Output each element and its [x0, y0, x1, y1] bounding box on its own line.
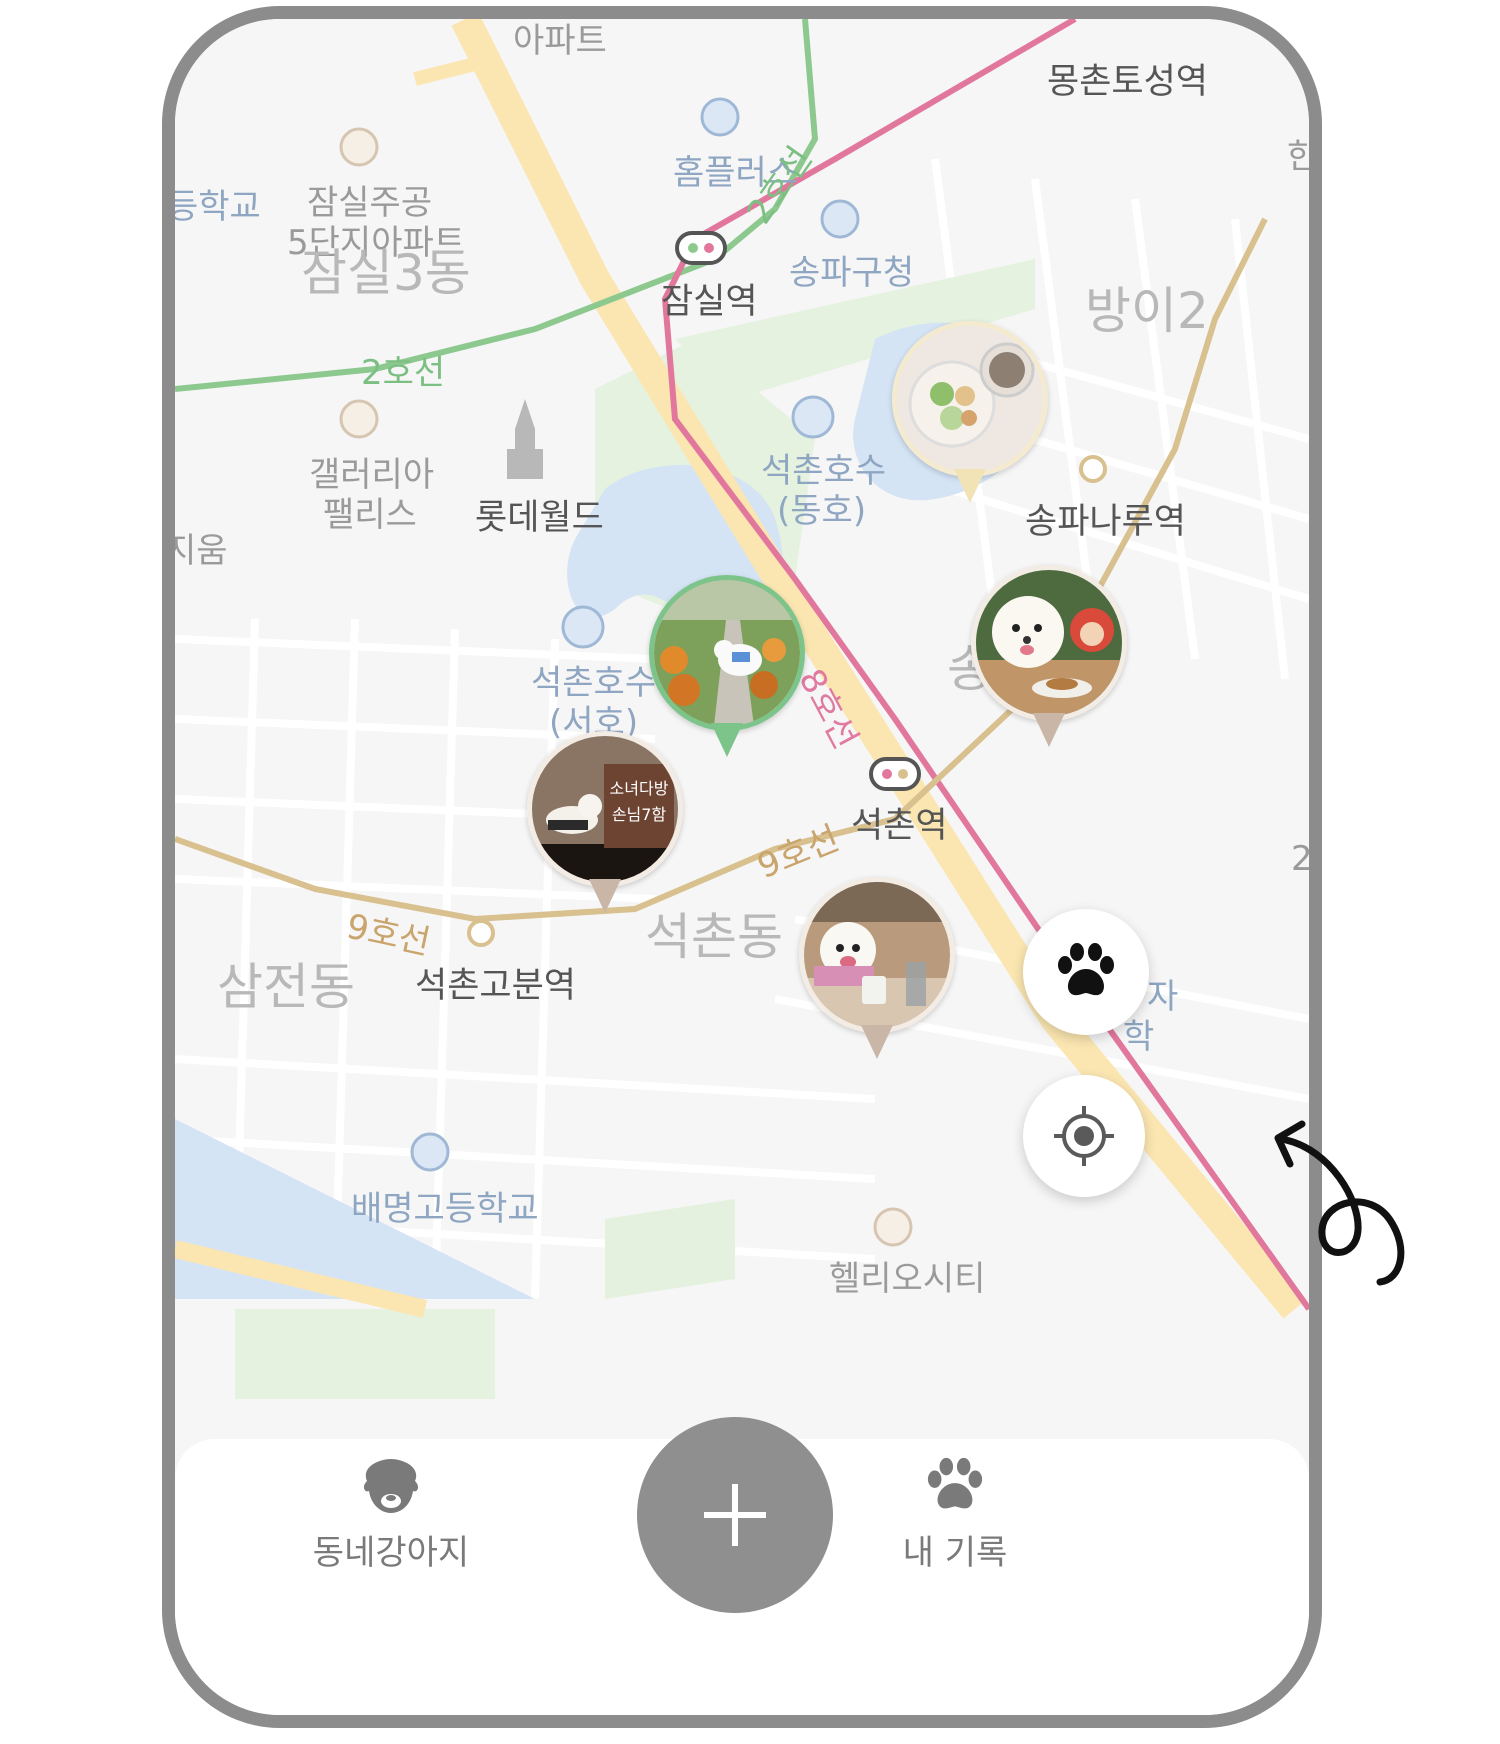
label-songpanaru-station: 송파나루역: [1025, 502, 1187, 542]
label-baemyeong-school: 배명고등학교: [351, 1189, 539, 1229]
label-han: 한: [1287, 137, 1319, 177]
marker-photo: 소녀다방 손님7함: [527, 731, 683, 887]
photo-marker-cafe-sign[interactable]: 소녀다방 손님7함: [527, 731, 683, 921]
marker-photo: [799, 877, 955, 1033]
cafe-sign-text-1: 소녀다방: [610, 779, 669, 798]
marker-photo: [649, 575, 805, 731]
label-lotte-world: 롯데월드: [475, 498, 604, 538]
current-location-button[interactable]: [1023, 1075, 1145, 1197]
label-bangi: 방이2: [1085, 282, 1209, 340]
label-palace: 팰리스: [323, 495, 417, 535]
label-jium: 지움: [165, 531, 228, 571]
label-seokchon-gobun-station: 석촌고분역: [415, 966, 577, 1006]
label-mongchon-station: 몽촌토성역: [1047, 62, 1209, 102]
marker-pointer: [711, 723, 743, 757]
add-record-button[interactable]: [637, 1417, 833, 1613]
marker-photo: [971, 565, 1127, 721]
label-school-left: 등학교: [167, 187, 261, 227]
marker-pointer: [861, 1025, 893, 1059]
marker-pointer: [954, 469, 986, 503]
tab-label-neighborhood-dogs: 동네강아지: [312, 1533, 470, 1573]
marker-pointer: [589, 879, 621, 913]
label-jamsil3dong: 잠실3동: [301, 244, 471, 302]
paw-filter-button[interactable]: [1023, 909, 1149, 1035]
cafe-sign-text-2: 손님7함: [612, 805, 667, 824]
annotation-arrow-icon: [1274, 1120, 1405, 1286]
crosshair-icon: [1054, 1106, 1114, 1166]
marker-pointer: [1033, 713, 1065, 747]
label-samjeon-dong: 삼전동: [217, 958, 355, 1016]
photo-marker-food[interactable]: [892, 321, 1048, 511]
label-songpa-gu: 송파구청: [789, 253, 915, 293]
label-line2: 2호선: [361, 353, 446, 393]
label-east: (동호): [777, 491, 867, 531]
label-apartment: 아파트: [513, 21, 607, 61]
tab-label-my-records: 내 기록: [902, 1533, 1008, 1573]
plus-icon: [704, 1484, 766, 1546]
photo-marker-cafe-table[interactable]: [799, 877, 955, 1067]
label-helio-city: 헬리오시티: [829, 1259, 986, 1299]
label-two: 2: [1291, 839, 1313, 879]
marker-photo: [892, 321, 1048, 477]
paw-tab-icon: [927, 1457, 983, 1509]
photo-marker-christmas[interactable]: [971, 565, 1127, 755]
phone-frame: 아파트 몽촌토성역 홈플러스 등학교 잠실주공 5단지아파트 잠실3동 2호선 …: [162, 6, 1322, 1728]
paw-icon: [1058, 943, 1114, 996]
label-seokchon-station: 석촌역: [851, 806, 948, 846]
dog-face-icon: [363, 1459, 419, 1513]
label-jamsil-station: 잠실역: [661, 282, 758, 322]
